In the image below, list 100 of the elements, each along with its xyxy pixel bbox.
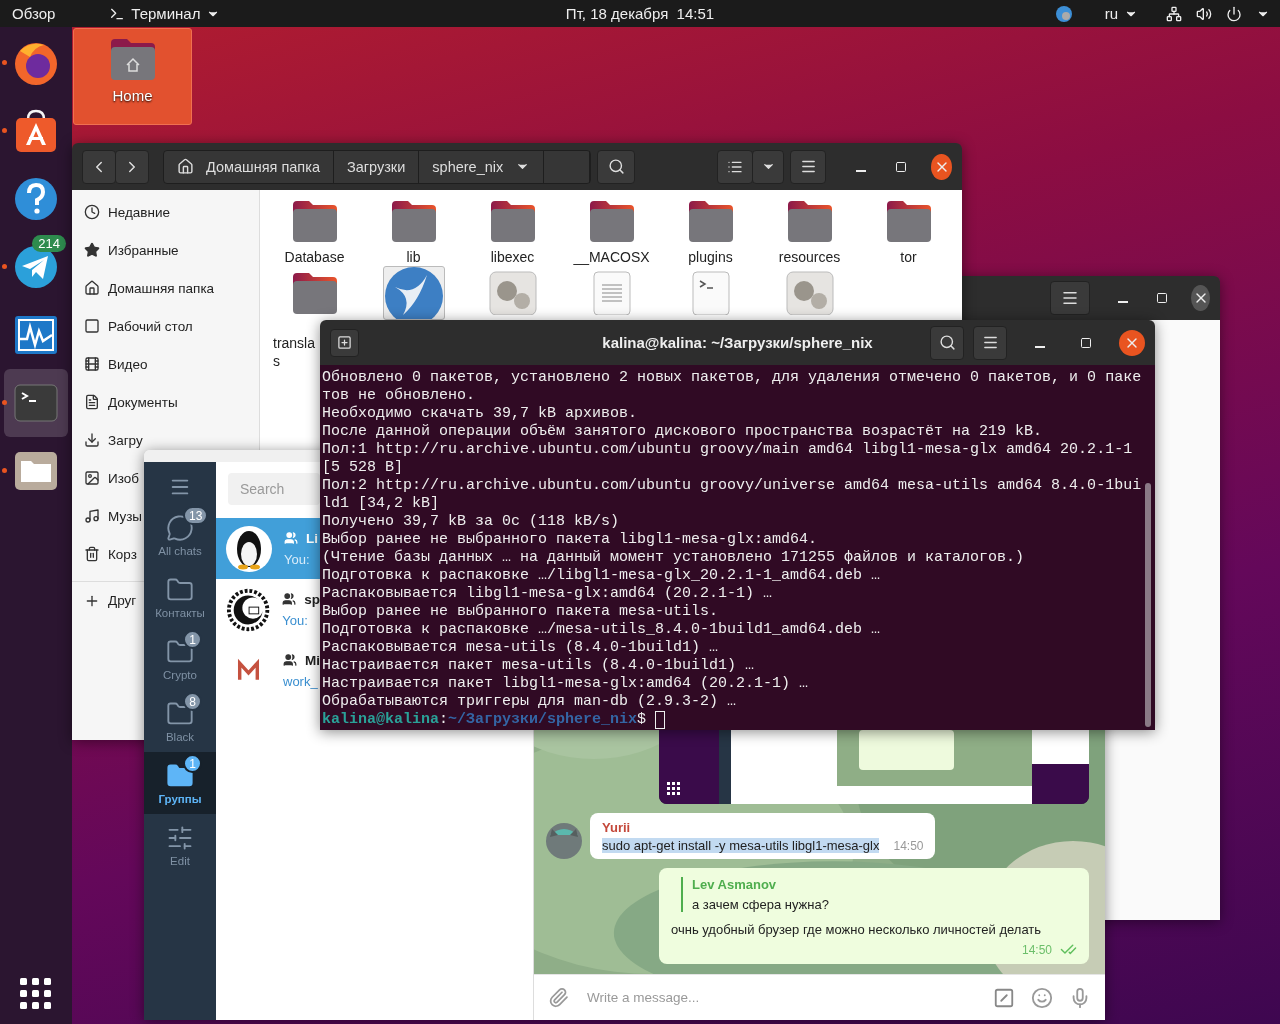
folder-tab[interactable]: 1 Группы (144, 752, 216, 814)
indicator-icon[interactable] (1054, 4, 1073, 23)
back-button[interactable] (82, 149, 116, 184)
commands-icon[interactable] (993, 986, 1015, 1009)
image-icon[interactable] (84, 470, 100, 486)
minimize-icon (1035, 345, 1045, 348)
terminal-line: Пол:1 http://ru.archive.ubuntu.com/ubuntu groovy/main amd64 libgl1-mesa-glx amd64 20.2.1-1 (322, 441, 1134, 459)
document-icon[interactable] (84, 394, 100, 410)
folder-icon (290, 199, 339, 243)
app-grid-icon[interactable] (20, 978, 52, 1010)
group-icon (283, 653, 297, 667)
search-icon (607, 158, 625, 175)
sidebar-item[interactable]: Корз (108, 546, 137, 562)
trash-icon[interactable] (84, 546, 100, 562)
sidebar-item[interactable]: Загру (108, 432, 143, 448)
terminal-line: тов не обновлено. (322, 387, 477, 405)
document-icon (591, 271, 632, 315)
network-icon[interactable] (1166, 5, 1182, 22)
close-button[interactable] (1191, 285, 1210, 311)
desktop-icon[interactable]: Home (73, 28, 192, 125)
group-icon (282, 592, 297, 606)
minimize-icon (855, 169, 866, 172)
menu-icon (981, 334, 999, 351)
path-segment[interactable]: Домашняя папка (164, 150, 334, 183)
file-name: s (273, 352, 280, 370)
help-icon (12, 175, 60, 223)
sidebar-item[interactable]: Рабочий стол (108, 318, 193, 334)
folder-tab[interactable]: Контакты (144, 566, 216, 628)
chat-preview: work_ (283, 673, 319, 689)
running-indicator (2, 468, 7, 473)
folder-tab[interactable]: 13 All chats (144, 504, 216, 566)
desktop-icon[interactable] (84, 318, 100, 334)
sidebar-item[interactable]: Документы (108, 394, 178, 410)
search-button[interactable] (597, 149, 636, 184)
file-name: tor (900, 248, 917, 266)
menu-button[interactable] (790, 149, 827, 184)
home-folder-icon (108, 37, 157, 81)
chat-name: Mi (305, 652, 320, 668)
music-icon[interactable] (84, 508, 100, 524)
emblem-avatar (226, 586, 271, 633)
sidebar-item[interactable]: Друг (108, 593, 137, 608)
group-icon (284, 531, 298, 545)
clock[interactable]: Пт, 18 декабря 14:51 (565, 5, 715, 22)
volume-icon[interactable] (1196, 5, 1212, 22)
search-field[interactable]: Search (228, 473, 320, 505)
sidebar-item[interactable]: Недавние (108, 204, 171, 220)
running-indicator (2, 128, 7, 133)
path-segment[interactable]: Загрузки (333, 150, 420, 183)
folder-tab[interactable]: 8 Black (144, 690, 216, 752)
folder-label: Группы (158, 792, 202, 805)
close-button[interactable] (1119, 329, 1145, 356)
activities-button[interactable]: Обзор (12, 5, 56, 22)
running-indicator (2, 400, 7, 405)
penguin-avatar (226, 525, 272, 572)
file-item[interactable] (382, 266, 445, 320)
chat-name: sp (304, 591, 320, 607)
folder-label: Контакты (155, 606, 205, 619)
terminal-line: Обновлено 0 пакетов, установлено 2 новых пакетов, для удаления отмечено 0 пакетов, и 0 паке (322, 369, 1143, 387)
new-tab-button[interactable] (330, 328, 359, 357)
folder-icon (686, 199, 735, 243)
menu-button[interactable] (1050, 281, 1090, 315)
attach-icon[interactable] (548, 987, 569, 1008)
view-button[interactable] (717, 149, 754, 184)
film-icon[interactable] (84, 356, 100, 372)
menu-icon (799, 158, 817, 175)
app-menu[interactable]: Терминал (131, 5, 201, 22)
minimize-icon (1118, 301, 1129, 303)
sidebar-item[interactable]: Домашняя папка (108, 280, 215, 296)
forward-button[interactable] (115, 149, 149, 184)
clock-icon[interactable] (84, 204, 100, 220)
path-segment[interactable]: sphere_nix (419, 150, 545, 183)
folder-label: Black (165, 730, 195, 743)
terminal-line: [5 528 B] (322, 459, 404, 477)
folder-tab[interactable]: Edit (144, 814, 216, 876)
home-icon[interactable] (84, 280, 100, 296)
maximize-icon (895, 160, 908, 173)
emoji-icon[interactable] (1031, 986, 1053, 1009)
sidebar-item[interactable]: Музы (108, 508, 143, 524)
download-icon[interactable] (84, 432, 100, 448)
menu-button[interactable] (973, 325, 1007, 360)
chat-preview: You: (284, 551, 311, 567)
folder-icon (884, 199, 933, 243)
window-title: kalina@kalina: ~/Загрузки/sphere_nix (602, 334, 873, 351)
chat-name: Li (306, 530, 318, 546)
keyboard-layout[interactable]: ru (1104, 5, 1118, 22)
folder-icon (290, 271, 339, 315)
folder-label: Edit (170, 854, 190, 867)
dock-item[interactable]: 214 (4, 233, 68, 301)
sidebar-item[interactable]: Видео (108, 356, 148, 372)
chat-preview: You: (282, 612, 309, 628)
search-button[interactable] (930, 325, 964, 360)
sidebar-item[interactable]: Изоб (108, 470, 139, 486)
message-composer[interactable]: Write a message... (534, 974, 1105, 1020)
power-icon[interactable] (1226, 5, 1242, 22)
sidebar-item[interactable]: Избранные (108, 242, 179, 258)
folder-tab[interactable]: 1 Crypto (144, 628, 216, 690)
file-name: transla (273, 334, 316, 352)
script-icon (690, 271, 731, 315)
close-button[interactable] (931, 153, 952, 180)
star-icon[interactable] (84, 242, 100, 258)
